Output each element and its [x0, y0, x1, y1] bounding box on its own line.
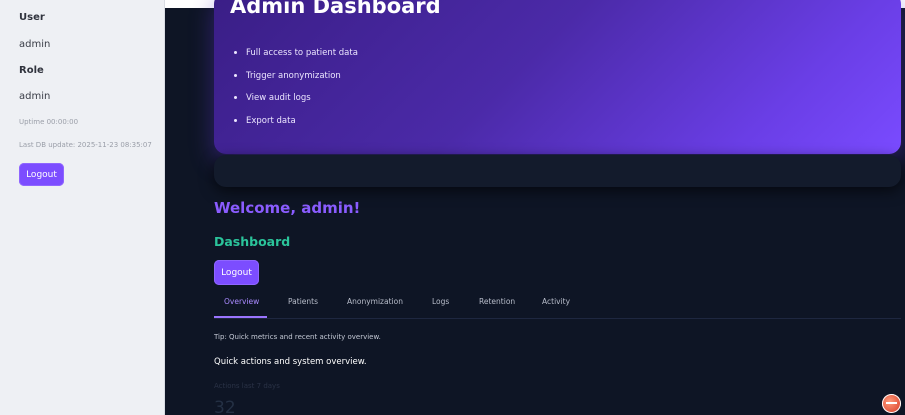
permission-item: View audit logs	[234, 91, 358, 114]
permissions-list: Full access to patient data Trigger anon…	[234, 46, 358, 136]
main-content: Admin Dashboard Full access to patient d…	[165, 0, 905, 415]
sidebar-logout-button[interactable]: Logout	[19, 163, 64, 186]
last-db-update-text: Last DB update: 2025-11-23 08:35:07	[19, 141, 152, 149]
tab-activity[interactable]: Activity	[542, 297, 570, 306]
bullet-icon	[234, 96, 237, 99]
permission-item: Full access to patient data	[234, 46, 358, 69]
user-heading: User	[19, 12, 45, 23]
permission-text: Trigger anonymization	[246, 70, 341, 81]
tabs-divider	[214, 318, 901, 319]
uptime-text: Uptime 00:00:00	[19, 118, 79, 126]
welcome-heading: Welcome, admin!	[214, 199, 361, 217]
main-logout-button[interactable]: Logout	[214, 260, 259, 285]
app-badge-icon[interactable]	[882, 394, 901, 413]
quick-actions-text: Quick actions and system overview.	[214, 357, 367, 367]
banner-title: Admin Dashboard	[230, 0, 441, 18]
bullet-icon	[234, 118, 237, 122]
tab-logs[interactable]: Logs	[432, 297, 449, 306]
empty-panel	[214, 155, 901, 187]
role-value: admin	[19, 91, 51, 102]
bullet-icon	[234, 73, 237, 77]
dashboard-title: Dashboard	[214, 234, 291, 249]
bullet-icon	[234, 51, 237, 54]
permission-item: Export data	[234, 114, 358, 137]
permission-text: Full access to patient data	[246, 48, 358, 58]
tab-anonymization[interactable]: Anonymization	[347, 297, 403, 306]
permission-text: Export data	[246, 115, 296, 126]
user-value: admin	[19, 39, 51, 50]
metric-value: 32	[214, 398, 236, 415]
tip-text: Tip: Quick metrics and recent activity o…	[214, 333, 381, 341]
permission-item: Trigger anonymization	[234, 69, 358, 92]
tab-overview[interactable]: Overview	[224, 297, 259, 306]
permission-text: View audit logs	[246, 93, 311, 103]
role-heading: Role	[19, 65, 44, 76]
admin-dashboard-banner: Admin Dashboard Full access to patient d…	[214, 0, 901, 154]
sidebar: User admin Role admin Uptime 00:00:00 La…	[0, 0, 165, 415]
tab-retention[interactable]: Retention	[479, 297, 515, 306]
tab-patients[interactable]: Patients	[288, 297, 318, 306]
metric-label: Actions last 7 days	[214, 382, 280, 390]
